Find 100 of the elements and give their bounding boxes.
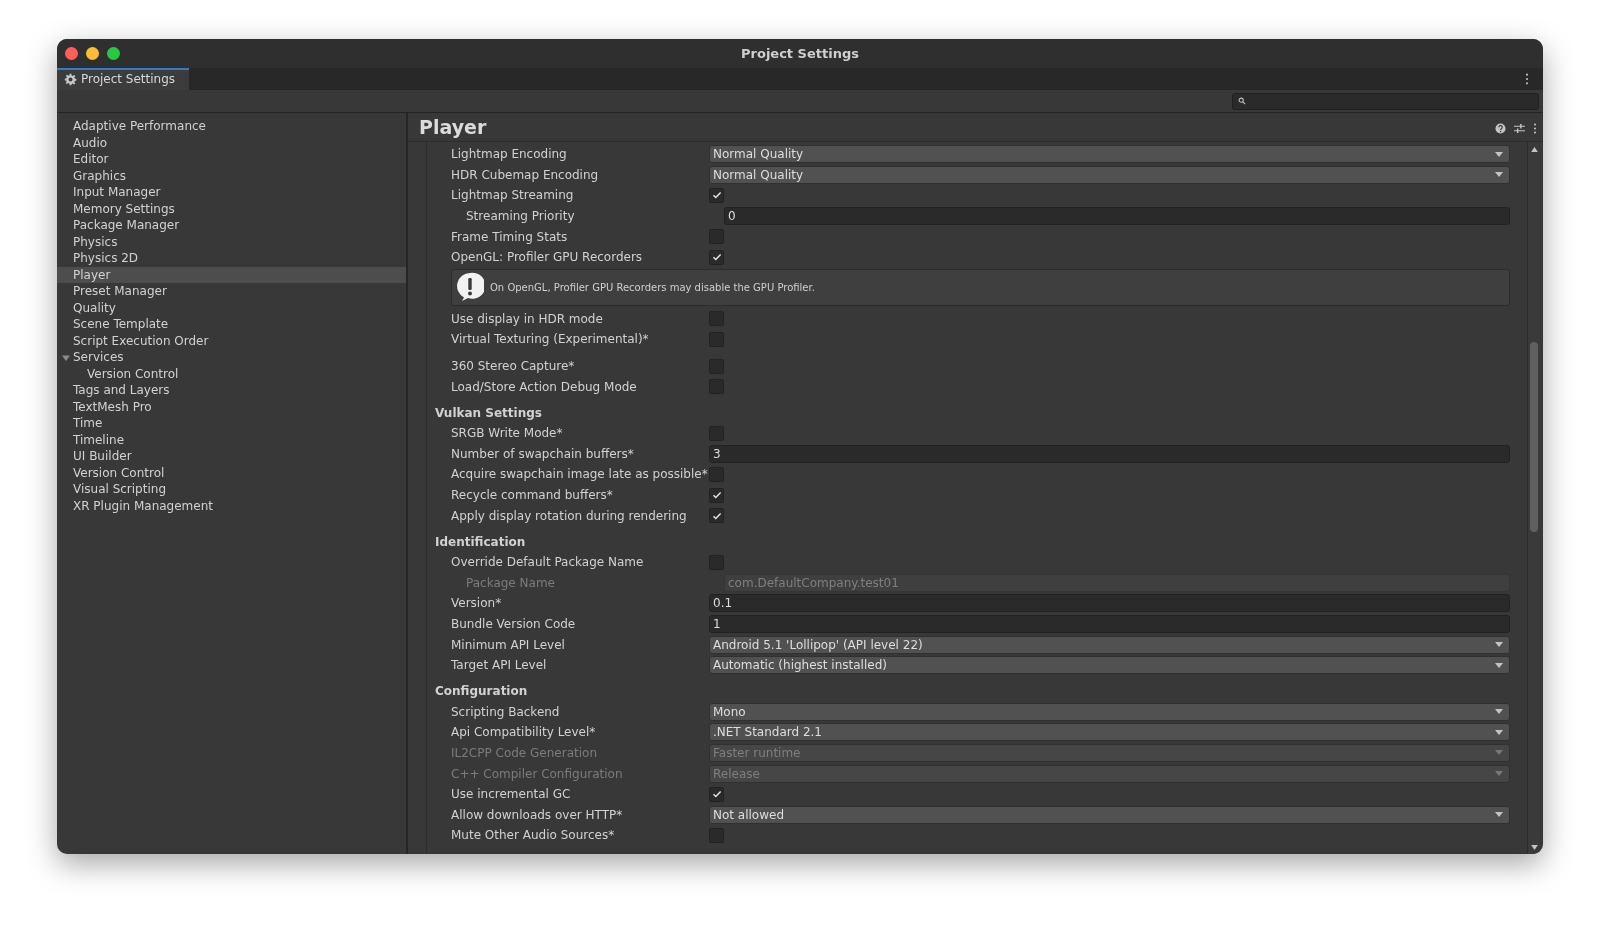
sidebar-item[interactable]: Visual Scripting	[57, 481, 406, 498]
info-text: On OpenGL, Profiler GPU Recorders may disable the GPU Profiler.	[490, 281, 815, 293]
search-icon	[1238, 97, 1246, 105]
checkbox[interactable]	[709, 249, 724, 265]
sidebar-item[interactable]: Adaptive Performance	[57, 118, 406, 135]
field-label: Target API Level	[450, 658, 548, 673]
field-label: Api Compatibility Level*	[450, 725, 597, 740]
field-label: Allow downloads over HTTP*	[450, 807, 624, 822]
field-label: Recycle command buffers*	[450, 488, 614, 502]
expand-icon[interactable]	[62, 354, 70, 362]
sidebar-item[interactable]: Audio	[57, 134, 406, 151]
window-title: Project Settings	[741, 46, 859, 61]
scrollbar-thumb[interactable]	[1530, 342, 1538, 532]
field-label: OpenGL: Profiler GPU Recorders	[450, 250, 644, 265]
field-label: 360 Stereo Capture*	[450, 359, 576, 374]
sidebar-item[interactable]: Graphics	[57, 167, 406, 184]
sidebar-item[interactable]: Editor	[57, 151, 406, 168]
field-label: Override Default Package Name	[450, 555, 645, 570]
section-header: Vulkan Settings	[435, 404, 543, 422]
dropdown[interactable]: Normal Quality	[709, 165, 1510, 184]
scrollbar[interactable]	[1527, 142, 1540, 854]
help-icon[interactable]	[1495, 123, 1506, 134]
check-icon	[711, 490, 722, 500]
caret-icon	[1495, 771, 1503, 777]
check-icon	[711, 252, 722, 263]
field-label: Lightmap Streaming	[450, 188, 575, 203]
checkbox[interactable]	[709, 786, 724, 802]
sidebar-item[interactable]: Script Execution Order	[57, 332, 406, 349]
more-icon[interactable]	[1533, 123, 1537, 134]
text-field[interactable]: 0	[724, 207, 1510, 226]
field-label: Scripting Backend	[450, 704, 561, 719]
caret-icon	[1495, 812, 1503, 818]
sidebar-item[interactable]: Physics 2D	[57, 250, 406, 267]
sidebar-item[interactable]: Input Manager	[57, 184, 406, 201]
field-label: Number of swapchain buffers*	[450, 446, 635, 461]
dropdown[interactable]: Mono	[709, 702, 1510, 721]
field-label: Virtual Texturing (Experimental)*	[450, 332, 650, 347]
sidebar-item[interactable]: Preset Manager	[57, 283, 406, 300]
sidebar-item[interactable]: Player	[57, 266, 406, 283]
sidebar-item[interactable]: Quality	[57, 299, 406, 316]
checkbox[interactable]	[709, 508, 724, 524]
field-label: Acquire swapchain image late as possible*	[450, 467, 709, 482]
check-icon	[711, 789, 722, 800]
field-label: Bundle Version Code	[450, 617, 577, 631]
caret-icon	[1495, 709, 1503, 715]
section-header: Identification	[435, 533, 527, 551]
checkbox[interactable]	[709, 188, 724, 203]
dropdown[interactable]: Automatic (highest installed)	[709, 656, 1510, 675]
sidebar-item[interactable]: Timeline	[57, 431, 406, 448]
field-label: Load/Store Action Debug Mode	[450, 379, 638, 394]
check-icon	[711, 510, 722, 521]
field-label: SRGB Write Mode*	[450, 426, 564, 441]
field-label: Frame Timing Stats	[450, 229, 569, 244]
field-label: Lightmap Encoding	[450, 147, 568, 162]
text-field[interactable]: 0.1	[709, 594, 1510, 613]
tab[interactable]: Project Settings	[57, 68, 190, 90]
dropdown[interactable]: Android 5.1 'Lollipop' (API level 22)	[709, 635, 1510, 654]
sidebar-item[interactable]: Services	[57, 349, 406, 366]
field-label: C++ Compiler Configuration	[450, 766, 624, 781]
section-header: Configuration	[435, 683, 529, 701]
zoom-button[interactable]	[107, 47, 120, 60]
warning-icon	[456, 272, 484, 303]
sidebar-item[interactable]: UI Builder	[57, 448, 406, 465]
field-label: Version*	[450, 596, 503, 611]
text-field[interactable]: 1	[709, 615, 1510, 633]
field-label: Package Name	[465, 575, 556, 590]
search-field[interactable]	[1232, 92, 1539, 110]
sidebar-item[interactable]: Time	[57, 415, 406, 432]
scroll-up-icon[interactable]	[1531, 147, 1538, 152]
caret-icon	[1495, 662, 1503, 668]
field-label: HDR Cubemap Encoding	[450, 167, 600, 182]
sidebar-item[interactable]: XR Plugin Management	[57, 497, 406, 514]
checkbox[interactable]	[709, 487, 724, 503]
dropdown[interactable]: Not allowed	[709, 805, 1510, 824]
dropdown[interactable]: .NET Standard 2.1	[709, 723, 1510, 742]
text-field[interactable]: 3	[709, 444, 1510, 463]
panel-title: Player	[419, 116, 487, 138]
sidebar-item[interactable]: Tags and Layers	[57, 382, 406, 399]
minimize-button[interactable]	[86, 47, 99, 60]
field-label: Mute Other Audio Sources*	[450, 828, 616, 843]
caret-icon	[1495, 729, 1503, 735]
dropdown[interactable]: Normal Quality	[709, 145, 1510, 164]
sidebar-item[interactable]: Version Control	[57, 365, 406, 382]
sidebar-item[interactable]: Memory Settings	[57, 200, 406, 217]
sidebar-item[interactable]: Package Manager	[57, 217, 406, 234]
sidebar-item[interactable]: TextMesh Pro	[57, 398, 406, 415]
more-icon[interactable]	[1525, 73, 1529, 85]
gear-icon	[64, 72, 77, 86]
sliders-icon[interactable]	[1514, 123, 1525, 134]
sidebar-item[interactable]: Physics	[57, 233, 406, 250]
scroll-down-icon[interactable]	[1531, 845, 1538, 850]
close-button[interactable]	[65, 47, 78, 60]
field-label: IL2CPP Code Generation	[450, 745, 598, 760]
caret-icon	[1495, 750, 1503, 756]
field-label: Apply display rotation during rendering	[450, 508, 688, 523]
sidebar-item[interactable]: Version Control	[57, 464, 406, 481]
field-label: Minimum API Level	[450, 637, 566, 652]
sidebar-item[interactable]: Scene Template	[57, 316, 406, 333]
field-label: Streaming Priority	[465, 209, 576, 224]
field-label: Use incremental GC	[450, 787, 572, 802]
